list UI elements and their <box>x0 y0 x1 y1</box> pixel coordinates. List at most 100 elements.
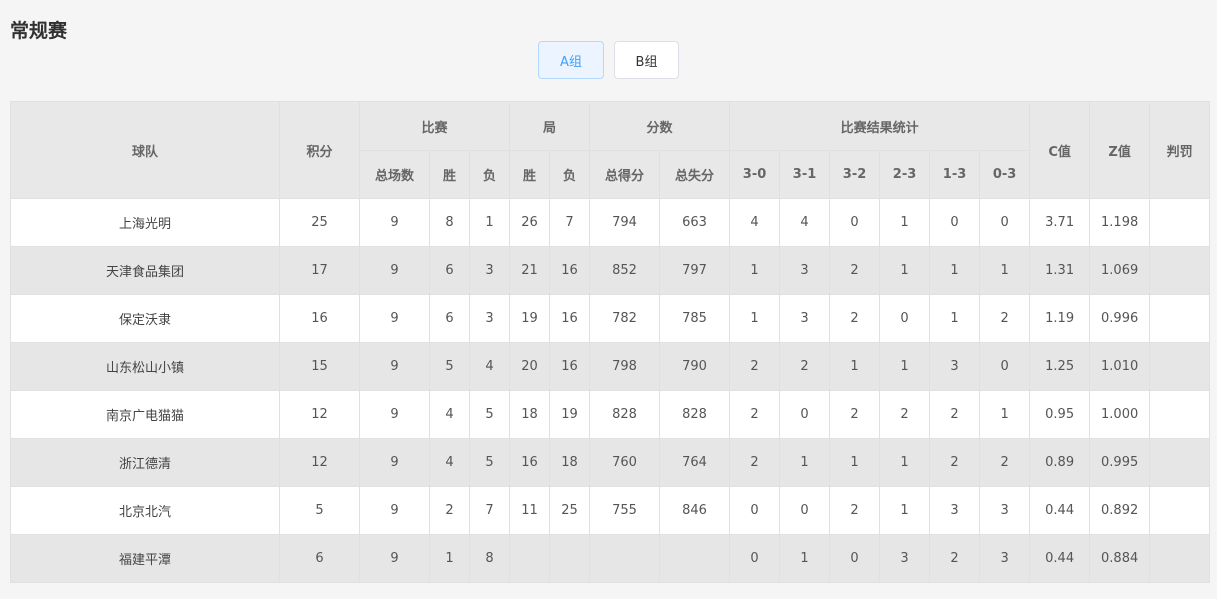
cell-sets-win: 19 <box>509 294 551 343</box>
cell-result-1-3: 3 <box>929 342 981 391</box>
cell-score-against: 790 <box>659 342 731 391</box>
cell-match-total: 9 <box>359 438 430 487</box>
cell-match-loss: 8 <box>468 534 511 583</box>
table-body: 上海光明 25 9 8 1 26 7 794 663 4 4 0 1 0 0 3.71 1.198 天津食品集团 1… <box>10 198 1211 583</box>
cell-z-value: 1.069 <box>1089 246 1151 295</box>
cell-c-value: 0.44 <box>1029 534 1091 583</box>
cell-c-value: 0.95 <box>1029 390 1091 439</box>
cell-sets-loss: 19 <box>549 390 591 439</box>
cell-c-value: 3.71 <box>1029 198 1091 247</box>
table-row: 福建平潭 6 9 1 8 0 1 0 3 2 3 0.44 0.884 <box>10 534 1211 583</box>
cell-match-win: 6 <box>429 246 470 295</box>
cell-score-for: 798 <box>589 342 661 391</box>
cell-match-total: 9 <box>359 534 430 583</box>
table-row: 北京北汽 5 9 2 7 11 25 755 846 0 0 2 1 3 3 0.44 0.892 <box>10 486 1211 535</box>
cell-sets-loss: 7 <box>549 198 591 247</box>
cell-match-loss: 5 <box>468 438 511 487</box>
cell-result-3-0: 0 <box>729 534 781 583</box>
page-title: 常规赛 <box>10 20 68 42</box>
cell-result-2-3: 1 <box>879 198 931 247</box>
cell-score-for: 782 <box>589 294 661 343</box>
header-team: 球队 <box>10 101 280 199</box>
cell-z-value: 0.892 <box>1089 486 1151 535</box>
group-tabs: A组 B组 <box>538 41 679 79</box>
cell-result-0-3: 1 <box>979 246 1031 295</box>
cell-match-loss: 1 <box>468 198 511 247</box>
header-result-3-0: 3-0 <box>729 150 781 199</box>
table-row: 天津食品集团 17 9 6 3 21 16 852 797 1 3 2 1 1 1 1.31 1.069 <box>10 246 1211 295</box>
cell-points: 6 <box>279 534 360 583</box>
cell-score-for: 755 <box>589 486 661 535</box>
header-result-1-3: 1-3 <box>929 150 981 199</box>
cell-result-3-1: 0 <box>779 390 831 439</box>
cell-match-loss: 3 <box>468 294 511 343</box>
cell-result-2-3: 0 <box>879 294 931 343</box>
cell-points: 17 <box>279 246 360 295</box>
cell-points: 12 <box>279 390 360 439</box>
cell-c-value: 1.25 <box>1029 342 1091 391</box>
header-match-win: 胜 <box>429 150 470 199</box>
cell-penalty <box>1149 198 1211 247</box>
cell-result-3-0: 4 <box>729 198 781 247</box>
header-sets-win: 胜 <box>509 150 551 199</box>
cell-z-value: 0.996 <box>1089 294 1151 343</box>
cell-score-for: 828 <box>589 390 661 439</box>
cell-penalty <box>1149 534 1211 583</box>
cell-z-value: 0.995 <box>1089 438 1151 487</box>
cell-score-against: 764 <box>659 438 731 487</box>
cell-match-win: 8 <box>429 198 470 247</box>
header-points: 积分 <box>279 101 360 199</box>
header-result-3-2: 3-2 <box>829 150 881 199</box>
cell-match-loss: 7 <box>468 486 511 535</box>
cell-team: 保定沃隶 <box>10 294 280 343</box>
cell-result-3-0: 2 <box>729 438 781 487</box>
header-score-against: 总失分 <box>659 150 731 199</box>
cell-result-0-3: 3 <box>979 534 1031 583</box>
cell-team: 南京广电猫猫 <box>10 390 280 439</box>
header-result-2-3: 2-3 <box>879 150 931 199</box>
cell-result-2-3: 2 <box>879 390 931 439</box>
header-match-loss: 负 <box>468 150 511 199</box>
table-header: 球队 积分 比赛 局 分数 比赛结果统计 C值 Z值 判罚 总场数 胜 负 胜 … <box>10 101 1211 199</box>
header-z-value: Z值 <box>1089 101 1151 199</box>
header-results: 比赛结果统计 <box>729 101 1031 151</box>
cell-result-3-2: 1 <box>829 342 881 391</box>
header-c-value: C值 <box>1029 101 1091 199</box>
cell-sets-win: 16 <box>509 438 551 487</box>
cell-result-3-0: 2 <box>729 390 781 439</box>
cell-score-for: 852 <box>589 246 661 295</box>
cell-result-1-3: 3 <box>929 486 981 535</box>
cell-points: 12 <box>279 438 360 487</box>
cell-match-total: 9 <box>359 294 430 343</box>
cell-score-for: 760 <box>589 438 661 487</box>
tab-group-b[interactable]: B组 <box>614 41 679 79</box>
header-match: 比赛 <box>358 101 511 151</box>
table-row: 南京广电猫猫 12 9 4 5 18 19 828 828 2 0 2 2 2 1 0.95 1.000 <box>10 390 1211 439</box>
cell-penalty <box>1149 438 1211 487</box>
cell-z-value: 1.198 <box>1089 198 1151 247</box>
cell-result-3-2: 2 <box>829 246 881 295</box>
cell-match-win: 6 <box>429 294 470 343</box>
cell-result-3-2: 0 <box>829 534 881 583</box>
cell-sets-win: 26 <box>509 198 551 247</box>
cell-sets-loss: 25 <box>549 486 591 535</box>
cell-score-against: 663 <box>659 198 731 247</box>
cell-z-value: 1.010 <box>1089 342 1151 391</box>
standings-table: 球队 积分 比赛 局 分数 比赛结果统计 C值 Z值 判罚 总场数 胜 负 胜 … <box>10 101 1211 583</box>
header-result-3-1: 3-1 <box>779 150 831 199</box>
cell-result-0-3: 2 <box>979 438 1031 487</box>
cell-penalty <box>1149 390 1211 439</box>
tab-group-a[interactable]: A组 <box>538 41 604 79</box>
cell-team: 浙江德清 <box>10 438 280 487</box>
cell-sets-win: 20 <box>509 342 551 391</box>
cell-sets-win <box>509 534 551 583</box>
header-sets: 局 <box>509 101 591 151</box>
cell-result-1-3: 2 <box>929 438 981 487</box>
cell-match-total: 9 <box>359 486 430 535</box>
cell-sets-loss: 16 <box>549 342 591 391</box>
cell-result-3-2: 2 <box>829 294 881 343</box>
cell-result-3-1: 1 <box>779 438 831 487</box>
cell-result-2-3: 1 <box>879 246 931 295</box>
cell-result-1-3: 1 <box>929 246 981 295</box>
table-row: 上海光明 25 9 8 1 26 7 794 663 4 4 0 1 0 0 3.71 1.198 <box>10 198 1211 247</box>
